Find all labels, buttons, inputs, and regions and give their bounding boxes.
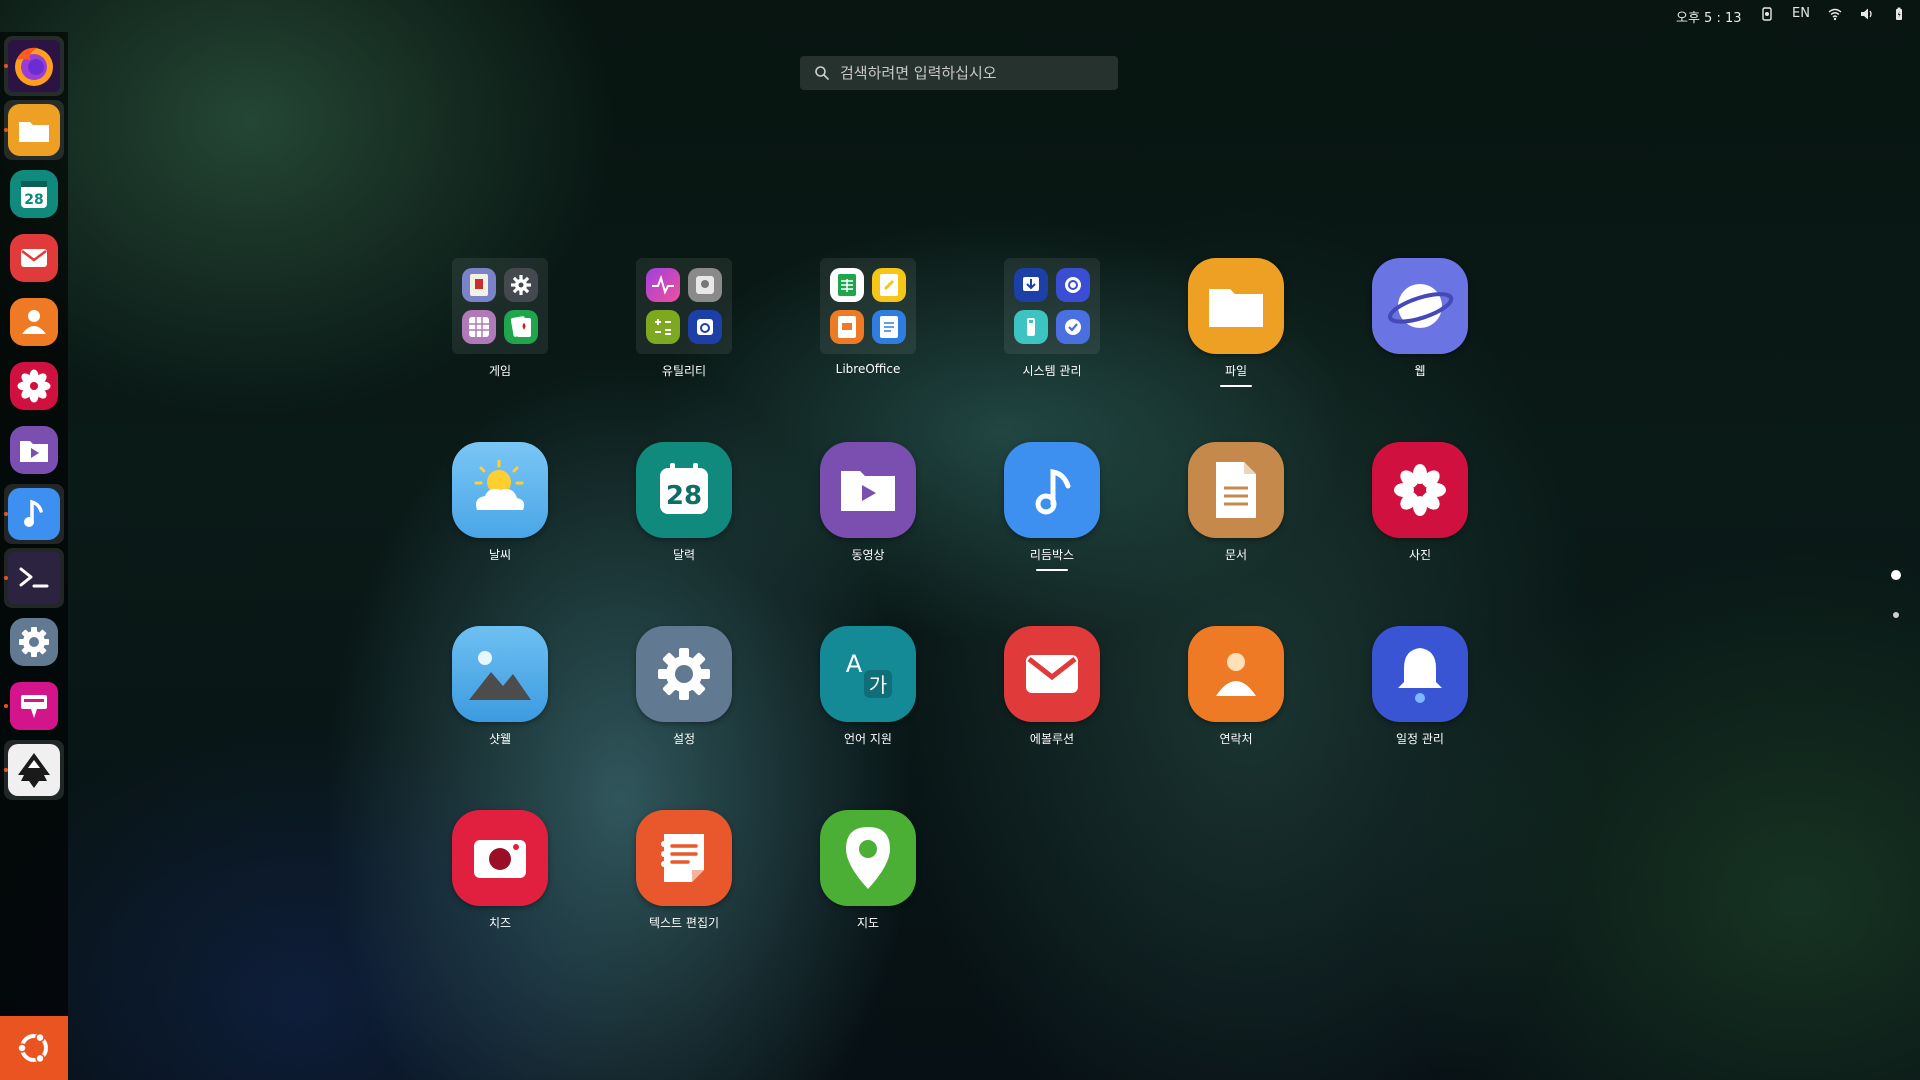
folder-libreoffice[interactable]: LibreOffice	[793, 258, 943, 398]
mahjong-icon	[462, 268, 496, 302]
impress-icon	[830, 310, 864, 344]
app-label: 설정	[672, 732, 696, 746]
running-indicator	[1036, 569, 1068, 571]
app-grid: 게임 유틸리티 LibreOffice 시스템 관리 파일 웹 날씨 28 달력…	[0, 0, 1920, 1080]
software-updater-icon	[1014, 268, 1048, 302]
page-indicator[interactable]	[1890, 570, 1902, 618]
app-label: 게임	[488, 364, 512, 378]
app-photos[interactable]: 사진	[1345, 442, 1495, 582]
app-schedule[interactable]: 일정 관리	[1345, 626, 1495, 766]
app-shotwell[interactable]: 샷웰	[425, 626, 575, 766]
flower-icon	[1372, 442, 1468, 538]
app-label: 리듬박스	[1029, 548, 1075, 562]
app-label: 텍스트 편집기	[648, 916, 720, 930]
page-dot-current[interactable]	[1891, 570, 1901, 580]
svg-text:28: 28	[666, 481, 702, 511]
app-evolution[interactable]: 에볼루션	[977, 626, 1127, 766]
app-cheese[interactable]: 치즈	[425, 810, 575, 950]
page-dot[interactable]	[1893, 612, 1899, 618]
app-language-support[interactable]: A 가 언어 지원	[793, 626, 943, 766]
running-indicator	[1220, 385, 1252, 387]
app-weather[interactable]: 날씨	[425, 442, 575, 582]
app-label: 동영상	[851, 548, 885, 562]
checkmark-icon	[1056, 310, 1090, 344]
app-label: 에볼루션	[1029, 732, 1075, 746]
app-contacts[interactable]: 연락처	[1161, 626, 1311, 766]
app-settings[interactable]: 설정	[609, 626, 759, 766]
svg-text:가: 가	[869, 673, 887, 697]
svg-text:A: A	[846, 650, 863, 678]
app-text-editor[interactable]: 텍스트 편집기	[609, 810, 759, 950]
calculator-icon	[646, 310, 680, 344]
gear-game-icon	[504, 268, 538, 302]
gear-icon	[636, 626, 732, 722]
app-files[interactable]: 파일	[1161, 258, 1311, 398]
weather-icon	[452, 442, 548, 538]
app-rhythmbox[interactable]: 리듬박스	[977, 442, 1127, 582]
app-label: 유틸리티	[661, 364, 707, 378]
backup-icon	[688, 310, 722, 344]
app-label: 웹	[1414, 364, 1426, 378]
app-videos[interactable]: 동영상	[793, 442, 943, 582]
app-label: 시스템 관리	[1022, 364, 1082, 378]
language-icon: A 가	[820, 626, 916, 722]
folder-libreoffice-tile	[820, 258, 916, 354]
folder-system-admin[interactable]: 시스템 관리	[977, 258, 1127, 398]
planet-icon	[1372, 258, 1468, 354]
document-icon	[1188, 442, 1284, 538]
camera-icon	[452, 810, 548, 906]
app-label: 날씨	[488, 548, 512, 562]
app-label: 일정 관리	[1396, 732, 1444, 746]
calc-icon	[830, 268, 864, 302]
solitaire-icon	[504, 310, 538, 344]
music-note-icon	[1004, 442, 1100, 538]
app-label: 문서	[1224, 548, 1248, 562]
app-label: 지도	[856, 916, 880, 930]
folder-games-tile	[452, 258, 548, 354]
system-monitor-icon	[646, 268, 680, 302]
map-pin-icon	[820, 810, 916, 906]
folder-games[interactable]: 게임	[425, 258, 575, 398]
app-label: 달력	[672, 548, 696, 562]
mail-icon	[1004, 626, 1100, 722]
disk-usage-icon	[688, 268, 722, 302]
app-label: LibreOffice	[835, 362, 901, 376]
folder-system-admin-tile	[1004, 258, 1100, 354]
contact-icon	[1188, 626, 1284, 722]
app-calendar[interactable]: 28 달력	[609, 442, 759, 582]
app-label: 파일	[1224, 364, 1248, 378]
app-documents[interactable]: 문서	[1161, 442, 1311, 582]
app-label: 언어 지원	[844, 732, 892, 746]
software-properties-icon	[1056, 268, 1090, 302]
usb-creator-icon	[1014, 310, 1048, 344]
bell-icon	[1372, 626, 1468, 722]
calendar-icon: 28	[636, 442, 732, 538]
notepad-icon	[636, 810, 732, 906]
folder-utilities[interactable]: 유틸리티	[609, 258, 759, 398]
app-label: 샷웰	[488, 732, 512, 746]
writer-icon	[872, 310, 906, 344]
landscape-icon	[452, 626, 548, 722]
app-web[interactable]: 웹	[1345, 258, 1495, 398]
app-label: 치즈	[488, 916, 512, 930]
folder-utilities-tile	[636, 258, 732, 354]
sudoku-icon	[462, 310, 496, 344]
app-label: 사진	[1408, 548, 1432, 562]
folder-icon	[1188, 258, 1284, 354]
draw-icon	[872, 268, 906, 302]
video-folder-icon	[820, 442, 916, 538]
app-label: 연락처	[1219, 732, 1253, 746]
app-maps[interactable]: 지도	[793, 810, 943, 950]
